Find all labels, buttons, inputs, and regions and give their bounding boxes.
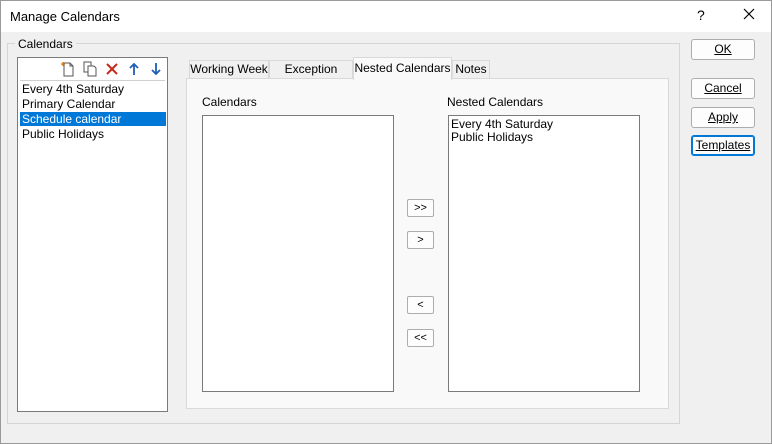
available-calendars-list[interactable] — [202, 115, 394, 392]
cancel-button-label: Cancel — [704, 81, 742, 95]
new-document-icon[interactable] — [60, 61, 76, 77]
cancel-button[interactable]: Cancel — [691, 78, 755, 99]
copy-icon[interactable] — [82, 61, 98, 77]
calendars-group-label: Calendars — [15, 37, 76, 51]
calendar-list-item[interactable]: Every 4th Saturday — [20, 82, 166, 96]
ok-button[interactable]: OK — [691, 39, 755, 60]
nested-calendars-label: Nested Calendars — [447, 95, 544, 109]
manage-calendars-dialog: Manage Calendars ? Calendars Every 4th S… — [0, 0, 772, 444]
templates-button-label: Templates — [695, 138, 751, 152]
title-bar: Manage Calendars ? — [1, 1, 771, 32]
calendar-list[interactable]: Every 4th Saturday Primary Calendar Sche… — [17, 57, 168, 412]
remove-all-button[interactable]: << — [407, 329, 434, 347]
move-down-icon[interactable] — [148, 61, 164, 77]
tab-exception-days[interactable]: Exception Days — [269, 60, 353, 93]
delete-icon[interactable] — [104, 61, 120, 77]
move-up-icon[interactable] — [126, 61, 142, 77]
calendar-list-item[interactable]: Primary Calendar — [20, 97, 166, 111]
calendar-list-item[interactable]: Public Holidays — [20, 127, 166, 141]
help-button[interactable]: ? — [697, 7, 705, 23]
apply-button-label: Apply — [707, 110, 739, 124]
calendar-list-toolbar — [18, 58, 167, 80]
toolbar-divider — [20, 80, 165, 81]
tab-nested-calendars[interactable]: Nested Calendars — [353, 57, 452, 80]
add-all-button[interactable]: >> — [407, 199, 434, 217]
available-calendars-label: Calendars — [202, 95, 257, 109]
templates-button[interactable]: Templates — [691, 135, 755, 156]
tab-working-week[interactable]: Working Week — [189, 60, 269, 79]
apply-button[interactable]: Apply — [691, 107, 755, 128]
remove-button[interactable]: < — [407, 296, 434, 314]
nested-list-item[interactable]: Public Holidays — [451, 131, 533, 144]
ok-button-label: OK — [714, 42, 732, 56]
nested-calendars-list[interactable]: Every 4th Saturday Public Holidays — [448, 115, 640, 392]
close-icon[interactable] — [741, 6, 757, 22]
window-title: Manage Calendars — [10, 9, 120, 24]
tab-notes[interactable]: Notes — [452, 60, 490, 79]
add-button[interactable]: > — [407, 231, 434, 249]
calendar-list-item-selected[interactable]: Schedule calendar — [20, 112, 166, 126]
